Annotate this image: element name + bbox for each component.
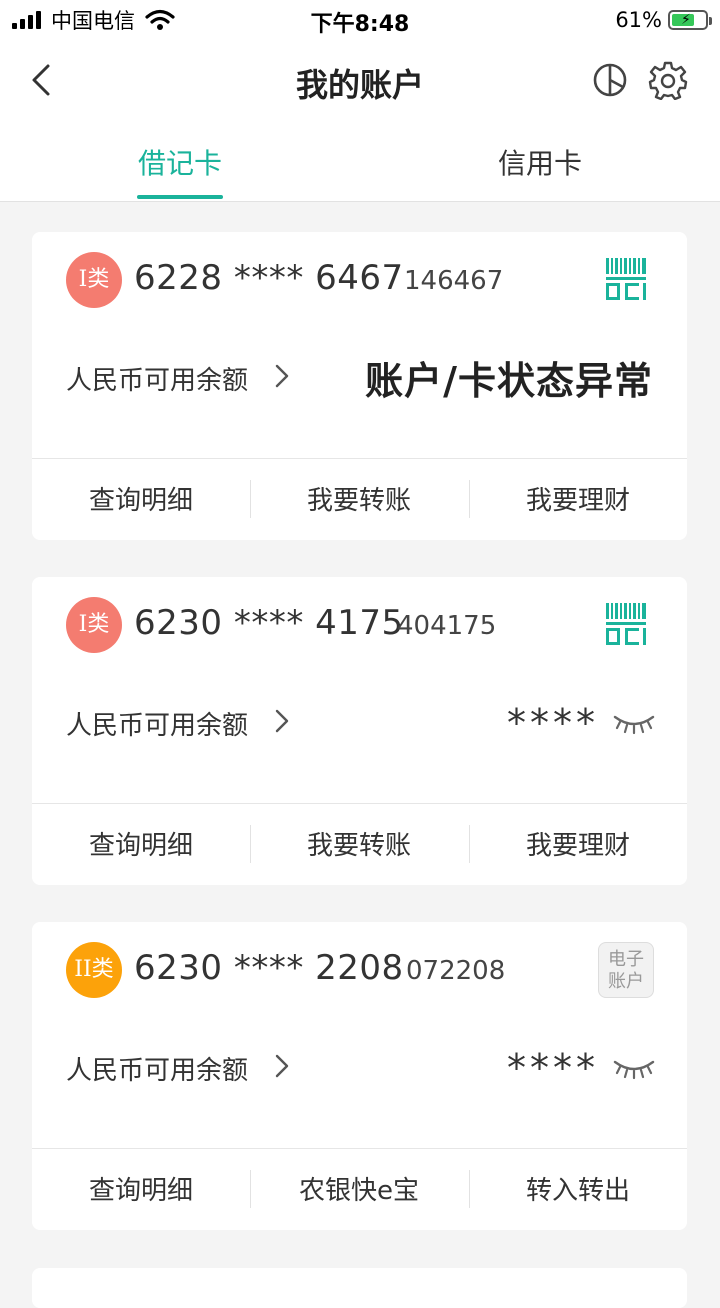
masked-balance: **** [507,701,599,745]
chevron-right-icon[interactable] [272,1052,292,1080]
action-query-details[interactable]: 查询明细 [32,480,250,517]
battery-icon: ⚡ [668,10,712,30]
divider [32,1148,687,1149]
e-account-tag: 电子 账户 [598,942,654,998]
class-badge: I类 [66,252,122,308]
class-badge: I类 [66,597,122,653]
divider [32,458,687,459]
chevron-right-icon[interactable] [272,707,292,735]
divider [32,803,687,804]
tab-debit-card[interactable]: 借记卡 [80,142,280,182]
action-query-details[interactable]: 查询明细 [32,825,250,862]
account-card-partial [32,1268,687,1308]
action-transfer[interactable]: 我要转账 [250,480,468,517]
pie-chart-icon[interactable] [592,62,628,98]
e-account-tag-line2: 账户 [608,971,644,992]
tab-bar: 借记卡 信用卡 [0,120,720,202]
account-card[interactable]: I类 6228 **** 6467 146467 人民币可用余额 账户/卡状态异… [32,232,687,540]
barcode-qr-icon[interactable] [606,603,646,645]
nav-bar: 我的账户 [0,40,720,120]
status-bar: 中国电信 下午8:48 61% ⚡ [0,0,720,40]
class-badge: II类 [66,942,122,998]
status-right: 61% ⚡ [615,8,712,32]
status-time: 下午8:48 [310,12,410,37]
card-number: 6230 **** 4175 [134,603,404,643]
card-tail-number: 146467 [404,266,504,296]
action-wealth[interactable]: 我要理财 [469,480,687,517]
masked-balance: **** [507,1046,599,1090]
account-card[interactable]: I类 6230 **** 4175 404175 人民币可用余额 **** 查询… [32,577,687,885]
chevron-right-icon[interactable] [272,362,292,390]
eye-closed-icon[interactable] [612,1056,656,1082]
card-tail-number: 404175 [397,611,497,641]
tab-active-indicator [137,195,223,199]
balance-label[interactable]: 人民币可用余额 [66,705,248,742]
battery-percent: 61% [615,8,662,32]
balance-label[interactable]: 人民币可用余额 [66,1050,248,1087]
action-transfer-in-out[interactable]: 转入转出 [469,1170,687,1207]
account-card[interactable]: II类 6230 **** 2208 072208 电子 账户 人民币可用余额 … [32,922,687,1230]
tab-credit-card[interactable]: 信用卡 [440,142,640,182]
account-status: 账户/卡状态异常 [365,359,653,403]
action-wealth[interactable]: 我要理财 [469,825,687,862]
balance-label[interactable]: 人民币可用余额 [66,360,248,397]
card-number: 6230 **** 2208 [134,948,404,988]
eye-closed-icon[interactable] [612,711,656,737]
action-transfer[interactable]: 我要转账 [250,825,468,862]
action-query-details[interactable]: 查询明细 [32,1170,250,1207]
card-number: 6228 **** 6467 [134,258,404,298]
barcode-qr-icon[interactable] [606,258,646,300]
gear-icon[interactable] [648,60,688,100]
action-quick-e-treasure[interactable]: 农银快e宝 [250,1170,468,1207]
e-account-tag-line1: 电子 [608,949,644,970]
card-tail-number: 072208 [406,956,506,986]
